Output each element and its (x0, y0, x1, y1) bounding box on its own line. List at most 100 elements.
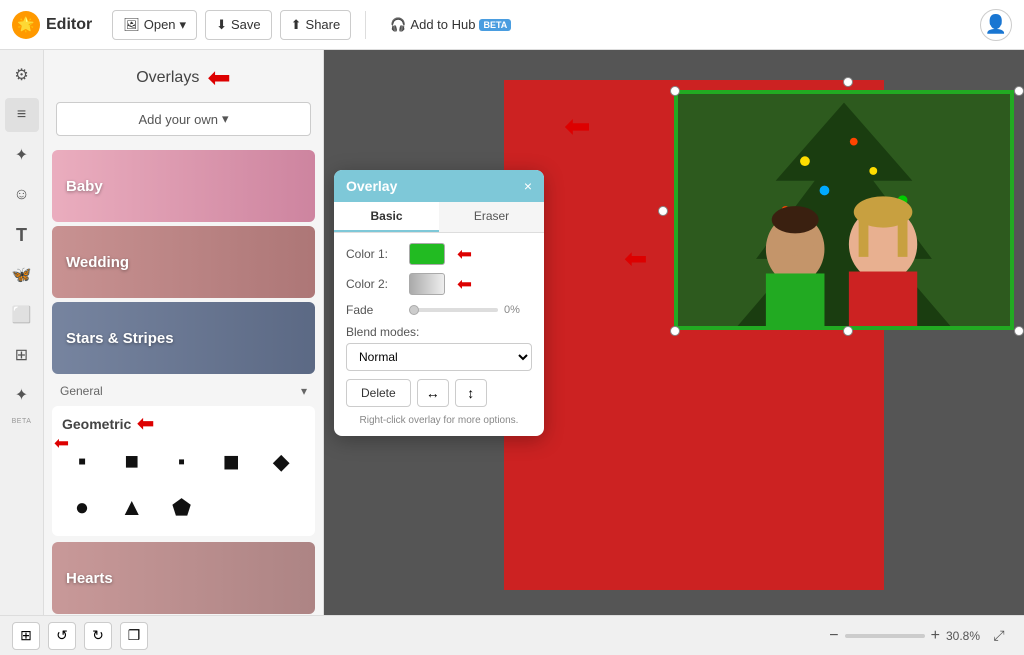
color2-row: Color 2: ⬅ (346, 273, 532, 295)
text-button[interactable]: T (5, 218, 39, 252)
magic-button[interactable]: ✦ (5, 138, 39, 172)
share-label: Share (306, 17, 341, 32)
category-wedding[interactable]: Wedding (52, 226, 315, 298)
blend-row: Blend modes: Normal Multiply Screen Over… (346, 325, 532, 371)
zoom-in-icon[interactable]: + (931, 627, 940, 645)
general-dropdown[interactable]: General ▾ (52, 380, 315, 402)
fade-pct: 0% (504, 304, 532, 316)
arrange-vert-button[interactable]: ↕ (455, 379, 487, 407)
zoom-percent: 30.8% (946, 629, 980, 643)
geo-shape-square[interactable]: ■ (112, 442, 152, 482)
share-button[interactable]: ⬆ Share (280, 10, 352, 40)
open-button[interactable]: 🖼 Open ▾ (112, 10, 197, 40)
fade-row: Fade 0% (346, 303, 532, 317)
category-baby-label: Baby (52, 178, 103, 195)
toolbar: 🌟 Editor 🖼 Open ▾ ⬇ Save ⬆ Share 🎧 Add t… (0, 0, 1024, 50)
canvas-area: Overlay × Basic Eraser Color 1: ⬅ Color … (324, 50, 1024, 615)
general-label: General (60, 384, 103, 398)
geo-shape-diamond[interactable]: ◆ (261, 442, 301, 482)
category-baby[interactable]: Baby (52, 150, 315, 222)
save-label: Save (231, 17, 261, 32)
adjustments-button[interactable]: ⚙ (5, 58, 39, 92)
fade-slider[interactable] (409, 308, 498, 312)
handle-middle-left[interactable] (658, 206, 668, 216)
tab-eraser[interactable]: Eraser (439, 202, 544, 232)
arrow-indicator-color2: ⬅ (457, 275, 472, 293)
category-hearts-label: Hearts (52, 570, 113, 587)
sidebar: Overlays ⬅ Add your own ▾ Baby Wedding S… (44, 50, 324, 615)
color2-label: Color 2: (346, 277, 401, 291)
category-wedding-label: Wedding (52, 254, 129, 271)
photo-svg (678, 94, 1010, 326)
color1-label: Color 1: (346, 247, 401, 261)
zoom-out-icon[interactable]: − (829, 627, 838, 645)
geometric-title: Geometric ⬅ (62, 414, 305, 434)
add-own-button[interactable]: Add your own ▾ (56, 102, 311, 136)
toolbar-divider (365, 11, 366, 39)
handle-bottom-left[interactable] (670, 326, 680, 336)
sidebar-header: Overlays ⬅ (44, 50, 323, 102)
star-pro-button[interactable]: ✦ (5, 378, 39, 412)
arrange-horiz-button[interactable]: ↔ (417, 379, 449, 407)
category-hearts[interactable]: Hearts (52, 542, 315, 614)
add-to-hub-label: Add to Hub (410, 17, 475, 32)
color1-swatch[interactable] (409, 243, 445, 265)
zoom-slider[interactable] (845, 634, 925, 638)
butterfly-button[interactable]: 🦋 (5, 258, 39, 292)
fullscreen-button[interactable]: ⤢ (986, 623, 1012, 649)
general-chevron-icon: ▾ (301, 384, 307, 398)
save-button[interactable]: ⬇ Save (205, 10, 272, 40)
redo-button[interactable]: ↻ (84, 622, 112, 650)
layers-button[interactable]: ⊞ (12, 622, 40, 650)
blend-select[interactable]: Normal Multiply Screen Overlay Darken Li… (346, 343, 532, 371)
beta-badge: BETA (479, 19, 511, 31)
geo-shape-large-square[interactable]: ■ (211, 442, 251, 482)
overlays-button[interactable]: ≡ (5, 98, 39, 132)
geo-shape-triangle[interactable]: ▲ (112, 488, 152, 528)
handle-top-center[interactable] (843, 77, 853, 87)
geo-shape-small-square[interactable]: ⬅ ▪ (62, 442, 102, 482)
undo-button[interactable]: ↺ (48, 622, 76, 650)
face-button[interactable]: ☺ (5, 178, 39, 212)
arrow-indicator-2: ⬅ (137, 414, 154, 434)
geometric-label: Geometric (62, 416, 131, 432)
dialog-actions: Delete ↔ ↕ (346, 379, 532, 407)
overlay-dialog: Overlay × Basic Eraser Color 1: ⬅ Color … (334, 170, 544, 436)
texture-button[interactable]: ⊞ (5, 338, 39, 372)
category-stars[interactable]: Stars & Stripes (52, 302, 315, 374)
delete-button[interactable]: Delete (346, 379, 411, 407)
dialog-title: Overlay (346, 178, 397, 194)
zoom-controls: − + 30.8% ⤢ (829, 623, 1012, 649)
app-title: Editor (46, 16, 92, 34)
frame-button[interactable]: ⬜ (5, 298, 39, 332)
arrow-indicator-1: ⬅ (207, 64, 230, 92)
handle-top-left[interactable] (670, 86, 680, 96)
geo-shape-pentagon[interactable]: ⬟ (162, 488, 202, 528)
color2-swatch[interactable] (409, 273, 445, 295)
brand-icon: 🌟 (12, 11, 40, 39)
geo-shape-rounded-square[interactable]: ▪ (162, 442, 202, 482)
hint-text: Right-click overlay for more options. (346, 415, 532, 426)
sidebar-scroll[interactable]: Baby Wedding Stars & Stripes General ▾ G… (44, 146, 323, 615)
image-icon: 🖼 (123, 17, 140, 33)
photo-frame[interactable] (674, 90, 1014, 330)
photo-placeholder (678, 94, 1010, 326)
arrow-indicator-color1: ⬅ (457, 245, 472, 263)
chevron-down-icon: ▾ (180, 17, 187, 33)
add-to-hub-button[interactable]: 🎧 Add to Hub BETA (380, 11, 521, 39)
user-avatar-button[interactable]: 👤 (980, 9, 1012, 41)
dialog-close-button[interactable]: × (524, 178, 532, 194)
geo-shape-circle[interactable]: ● (62, 488, 102, 528)
share-icon: ⬆ (291, 17, 302, 33)
save-icon: ⬇ (216, 17, 227, 33)
dialog-body: Color 1: ⬅ Color 2: ⬅ Fade (334, 233, 544, 436)
duplicate-button[interactable]: ❐ (120, 622, 148, 650)
handle-bottom-center[interactable] (843, 326, 853, 336)
dialog-header: Overlay × (334, 170, 544, 202)
tab-basic[interactable]: Basic (334, 202, 439, 232)
handle-bottom-right[interactable] (1014, 326, 1024, 336)
handle-top-right[interactable] (1014, 86, 1024, 96)
dropdown-arrow-icon: ▾ (222, 111, 229, 127)
dialog-tabs: Basic Eraser (334, 202, 544, 233)
beta-label: BETA (12, 418, 32, 425)
